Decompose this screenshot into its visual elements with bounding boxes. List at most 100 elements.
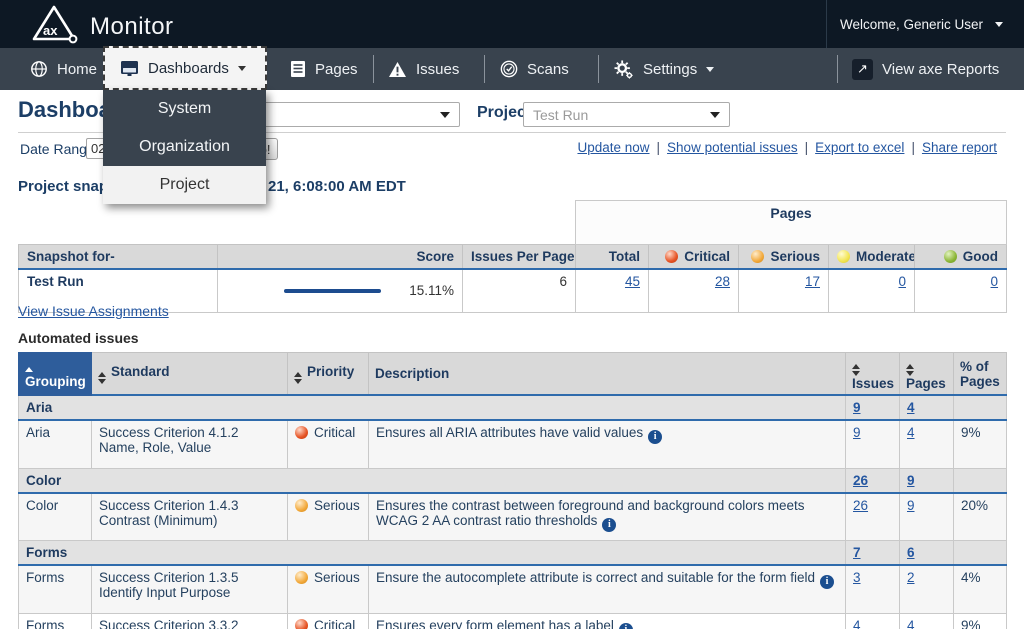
automated-col--of-pages: % of Pages bbox=[953, 352, 1007, 396]
main-nav: Home Dashboards Pages Issues Scans Setti… bbox=[0, 46, 1024, 90]
nav-divider bbox=[484, 55, 485, 83]
menu-item-project[interactable]: Project bbox=[103, 166, 266, 204]
nav-item-label: Settings bbox=[643, 60, 698, 78]
globe-icon bbox=[30, 60, 48, 78]
serious-dot-icon bbox=[295, 498, 308, 512]
sort-icon bbox=[294, 371, 302, 384]
issue-issues-link[interactable]: 26 bbox=[853, 498, 868, 513]
issue-priority: Critical bbox=[287, 420, 369, 469]
issue-pages-link[interactable]: 4 bbox=[907, 425, 915, 440]
issue-description: Ensures every form element has a label i bbox=[368, 613, 846, 629]
nav-item-home[interactable]: Home bbox=[30, 48, 97, 90]
snapshot-link-serious[interactable]: 17 bbox=[805, 274, 820, 289]
snapshot-link-critical[interactable]: 28 bbox=[715, 274, 730, 289]
warning-icon bbox=[388, 61, 407, 78]
action-links: Update now | Show potential issues | Export … bbox=[577, 140, 997, 155]
automated-col-priority[interactable]: Priority bbox=[287, 352, 369, 396]
issue-pct: 20% bbox=[953, 492, 1007, 541]
nav-item-dashboards[interactable]: Dashboards bbox=[103, 46, 267, 90]
nav-item-label: Issues bbox=[416, 60, 460, 78]
snapshot-good-cell: 0 bbox=[913, 268, 1008, 313]
issue-grouping: Forms bbox=[18, 613, 92, 629]
info-icon[interactable]: i bbox=[648, 430, 663, 444]
project-select[interactable]: Test Run bbox=[523, 102, 730, 127]
group-pages-link[interactable]: 6 bbox=[907, 545, 915, 560]
group-pages-link[interactable]: 4 bbox=[907, 400, 915, 415]
snapshot-col-critical: Critical bbox=[648, 244, 739, 270]
issue-description: Ensure the autocomplete attribute is cor… bbox=[368, 565, 846, 614]
scan-icon bbox=[500, 60, 518, 78]
axe-logo-icon: ax bbox=[28, 4, 80, 49]
dashboards-dropdown-menu: System Organization Project bbox=[103, 90, 266, 204]
automated-col-issues[interactable]: Issues bbox=[845, 352, 900, 396]
snapshot-total-cell: 45 bbox=[575, 268, 649, 313]
info-icon[interactable]: i bbox=[819, 575, 834, 589]
group-name: Aria bbox=[18, 395, 846, 421]
automated-col-pages[interactable]: Pages bbox=[899, 352, 954, 396]
topbar-divider bbox=[826, 0, 827, 48]
issue-priority: Serious bbox=[287, 492, 369, 541]
gear-icon bbox=[614, 59, 634, 79]
group-issues-link[interactable]: 26 bbox=[853, 473, 868, 488]
automated-header-row: Grouping Standard Priority Description Issue… bbox=[18, 352, 1007, 396]
group-issues-link[interactable]: 7 bbox=[853, 545, 861, 560]
action-link-export-to-excel[interactable]: Export to excel bbox=[815, 140, 904, 155]
score-bar bbox=[284, 288, 382, 293]
automated-col-description: Description bbox=[368, 352, 846, 396]
info-icon[interactable]: i bbox=[602, 517, 617, 532]
critical-dot-icon bbox=[295, 618, 308, 629]
snapshot-moderate-cell: 0 bbox=[828, 268, 915, 313]
automated-col-grouping[interactable]: Grouping bbox=[18, 352, 92, 396]
issue-priority: Critical bbox=[287, 613, 369, 629]
snapshot-serious-cell: 17 bbox=[738, 268, 829, 313]
nav-item-settings[interactable]: Settings bbox=[614, 48, 715, 90]
snapshot-col-score: Score bbox=[217, 244, 463, 270]
issue-grouping: Aria bbox=[18, 420, 92, 469]
nav-item-label: Home bbox=[57, 60, 98, 78]
menu-item-system[interactable]: System bbox=[103, 90, 266, 128]
action-link-show-potential-issues[interactable]: Show potential issues bbox=[667, 140, 798, 155]
group-name: Color bbox=[18, 468, 846, 494]
group-issues-link[interactable]: 9 bbox=[853, 400, 861, 415]
issue-issues-link[interactable]: 4 bbox=[853, 618, 861, 629]
issue-standard: Success Criterion 1.3.5 Identify Input P… bbox=[91, 565, 288, 614]
issue-description: Ensures the contrast between foreground … bbox=[368, 492, 846, 541]
chevron-down-icon bbox=[710, 111, 720, 118]
action-link-share-report[interactable]: Share report bbox=[922, 140, 997, 155]
chevron-down-icon bbox=[706, 66, 715, 72]
pages-group-header: Pages bbox=[574, 200, 1008, 245]
issue-pages-link[interactable]: 2 bbox=[907, 570, 915, 585]
snapshot-link-total[interactable]: 45 bbox=[625, 274, 640, 289]
snapshot-link-moderate[interactable]: 0 bbox=[898, 274, 906, 289]
nav-item-pages[interactable]: Pages bbox=[290, 48, 358, 90]
issue-pages-link[interactable]: 4 bbox=[907, 618, 915, 629]
snapshot-col-issues-per-page: Issues Per Page bbox=[462, 244, 576, 270]
nav-item-scans[interactable]: Scans bbox=[500, 48, 569, 90]
nav-item-label: Dashboards bbox=[148, 59, 229, 77]
action-link-update-now[interactable]: Update now bbox=[577, 140, 649, 155]
sort-icon bbox=[98, 371, 106, 384]
issue-row: FormsSuccess Criterion 3.3.2 Labels orCr… bbox=[18, 613, 1007, 629]
issue-issues-link[interactable]: 3 bbox=[853, 570, 861, 585]
view-axe-reports-link[interactable]: ↗ View axe Reports bbox=[852, 48, 999, 90]
nav-divider bbox=[837, 55, 838, 83]
top-bar: ax Monitor Welcome, Generic User bbox=[0, 0, 1024, 48]
serious-dot-icon bbox=[751, 249, 765, 263]
info-icon[interactable]: i bbox=[618, 622, 633, 629]
snapshot-col-snapshot-for-: Snapshot for- bbox=[18, 244, 218, 270]
issue-issues-link[interactable]: 9 bbox=[853, 425, 861, 440]
issue-row: Aria Success Criterion 4.1.2 Name, Role, … bbox=[18, 420, 1007, 469]
issue-standard: Success Criterion 4.1.2 Name, Role, Valu… bbox=[91, 420, 288, 469]
critical-dot-icon bbox=[295, 426, 308, 439]
critical-dot-icon bbox=[665, 249, 679, 263]
group-row-forms: Forms 7 6 bbox=[18, 540, 1007, 566]
snapshot-link-good[interactable]: 0 bbox=[991, 274, 999, 289]
group-pages-link[interactable]: 9 bbox=[907, 473, 915, 488]
snapshot-caption-date: 21, 6:08:00 AM EDT bbox=[268, 178, 406, 195]
nav-item-issues[interactable]: Issues bbox=[388, 48, 459, 90]
menu-item-organization[interactable]: Organization bbox=[103, 128, 266, 166]
view-issue-assignments-link[interactable]: View Issue Assignments bbox=[18, 303, 169, 319]
user-menu[interactable]: Welcome, Generic User bbox=[840, 0, 1004, 48]
automated-col-standard[interactable]: Standard bbox=[91, 352, 288, 396]
issue-pages-link[interactable]: 9 bbox=[907, 498, 915, 513]
